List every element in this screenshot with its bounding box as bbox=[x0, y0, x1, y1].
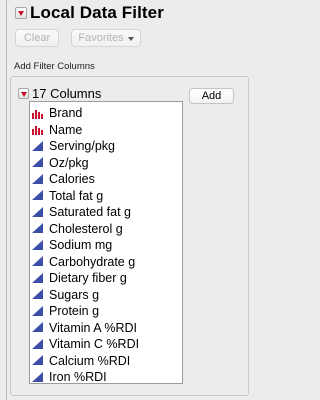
columns-disclosure-icon[interactable] bbox=[18, 88, 29, 99]
add-button-label: Add bbox=[201, 90, 222, 102]
list-item[interactable]: Carbohydrate g bbox=[30, 254, 182, 271]
continuous-triangle-icon bbox=[32, 322, 43, 333]
title-row: Local Data Filter bbox=[7, 0, 164, 26]
continuous-triangle-icon bbox=[32, 289, 43, 300]
list-item[interactable]: Calories bbox=[30, 171, 182, 188]
nominal-bar-icon bbox=[32, 109, 43, 119]
clear-button[interactable]: Clear bbox=[15, 29, 59, 47]
local-data-filter-window: Local Data Filter Clear Favorites Add Fi… bbox=[0, 0, 255, 400]
list-item[interactable]: Sodium mg bbox=[30, 237, 182, 254]
list-item-label: Name bbox=[49, 122, 83, 137]
nominal-bar-icon bbox=[32, 126, 43, 136]
list-item[interactable]: Oz/pkg bbox=[30, 155, 182, 172]
list-item[interactable]: Vitamin C %RDI bbox=[30, 336, 182, 353]
list-item-label: Protein g bbox=[49, 304, 100, 319]
list-item-label: Vitamin A %RDI bbox=[49, 320, 138, 335]
columns-list[interactable]: Brand Name Serving/pkg Oz/pkg Calories Total … bbox=[29, 101, 183, 384]
columns-header: 17 Columns bbox=[18, 86, 101, 101]
outline-disclosure-icon[interactable] bbox=[15, 7, 27, 19]
list-item-label: Calories bbox=[49, 172, 95, 187]
favorites-button-label: Favorites bbox=[78, 32, 124, 44]
list-item-label: Dietary fiber g bbox=[49, 271, 127, 286]
list-item-label: Iron %RDI bbox=[49, 370, 107, 385]
continuous-triangle-icon bbox=[32, 190, 43, 201]
list-item-label: Brand bbox=[49, 106, 83, 121]
list-item[interactable]: Calcium %RDI bbox=[30, 353, 182, 370]
continuous-triangle-icon bbox=[32, 206, 43, 217]
favorites-button[interactable]: Favorites bbox=[71, 29, 141, 47]
list-item-label: Oz/pkg bbox=[49, 155, 89, 170]
chevron-down-icon bbox=[127, 36, 134, 41]
continuous-triangle-icon bbox=[32, 371, 43, 382]
continuous-triangle-icon bbox=[32, 272, 43, 283]
add-button[interactable]: Add bbox=[189, 88, 234, 104]
panel-title: Local Data Filter bbox=[30, 3, 164, 22]
continuous-triangle-icon bbox=[32, 355, 43, 366]
continuous-triangle-icon bbox=[32, 173, 43, 184]
list-item-label: Calcium %RDI bbox=[49, 353, 131, 368]
list-item[interactable]: Serving/pkg bbox=[30, 138, 182, 155]
continuous-triangle-icon bbox=[32, 239, 43, 250]
list-item-label: Serving/pkg bbox=[49, 139, 116, 154]
list-item-label: Total fat g bbox=[49, 188, 104, 203]
list-item-label: Sodium mg bbox=[49, 238, 113, 253]
clear-button-label: Clear bbox=[23, 32, 51, 44]
continuous-triangle-icon bbox=[32, 256, 43, 267]
list-item[interactable]: Sugars g bbox=[30, 287, 182, 304]
list-item-label: Sugars g bbox=[49, 287, 100, 302]
continuous-triangle-icon bbox=[32, 223, 43, 234]
list-item[interactable]: Saturated fat g bbox=[30, 204, 182, 221]
list-item[interactable]: Cholesterol g bbox=[30, 221, 182, 238]
continuous-triangle-icon bbox=[32, 305, 43, 316]
list-item[interactable]: Name bbox=[30, 122, 182, 139]
continuous-triangle-icon bbox=[32, 140, 43, 151]
list-item[interactable]: Brand bbox=[30, 105, 182, 122]
continuous-triangle-icon bbox=[32, 338, 43, 349]
list-item[interactable]: Dietary fiber g bbox=[30, 270, 182, 287]
list-item[interactable]: Protein g bbox=[30, 303, 182, 320]
list-item-label: Vitamin C %RDI bbox=[49, 337, 140, 352]
section-label: Add Filter Columns bbox=[14, 61, 95, 72]
list-item[interactable]: Total fat g bbox=[30, 188, 182, 205]
continuous-triangle-icon bbox=[32, 157, 43, 168]
list-item-label: Cholesterol g bbox=[49, 221, 123, 236]
list-item-label: Saturated fat g bbox=[49, 205, 132, 220]
list-item[interactable]: Iron %RDI bbox=[30, 369, 182, 386]
columns-count-label: 17 Columns bbox=[32, 86, 102, 101]
list-item-label: Carbohydrate g bbox=[49, 254, 136, 269]
list-item[interactable]: Vitamin A %RDI bbox=[30, 320, 182, 337]
